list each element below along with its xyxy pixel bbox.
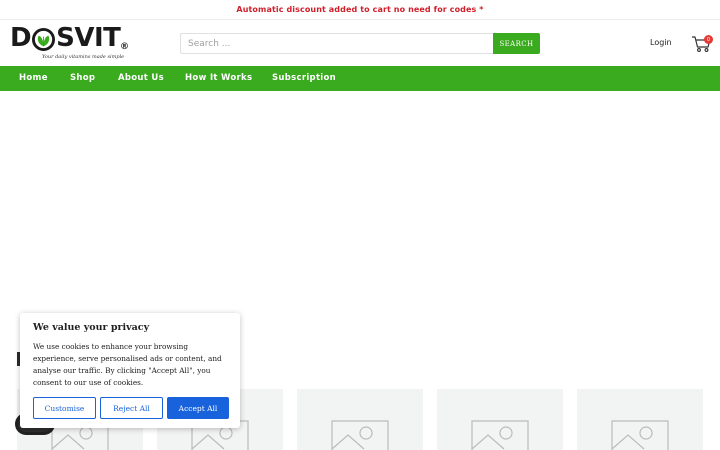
product-card[interactable]	[297, 389, 423, 450]
announcement-bar: Automatic discount added to cart no need…	[0, 0, 720, 20]
customise-button[interactable]: Customise	[33, 397, 96, 419]
product-card[interactable]	[577, 389, 703, 450]
site-header: D SVIT ® Your daily vitamins made simple…	[0, 21, 720, 66]
image-placeholder-icon	[331, 420, 389, 450]
cookie-description: We use cookies to enhance your browsing …	[33, 342, 222, 387]
main-nav: Home Shop About Us How It Works Subscrip…	[0, 66, 720, 91]
nav-item-shop[interactable]: Shop	[70, 66, 95, 91]
search-button[interactable]: SEARCH	[493, 33, 540, 54]
login-link[interactable]: Login	[650, 38, 672, 47]
reject-all-button[interactable]: Reject All	[100, 397, 163, 419]
cookie-consent-banner: We value your privacy We use cookies to …	[20, 313, 240, 428]
brand-logo[interactable]: D SVIT ® Your daily vitamins made simple	[10, 23, 130, 65]
cart-count-badge: 0	[704, 35, 713, 44]
announcement-text: Automatic discount added to cart no need…	[236, 5, 484, 14]
product-card[interactable]	[437, 389, 563, 450]
cookie-actions: Customise Reject All Accept All	[33, 397, 229, 419]
leaf-o-icon	[32, 27, 56, 51]
nav-item-home[interactable]: Home	[19, 66, 48, 91]
image-placeholder-icon	[471, 420, 529, 450]
nav-item-about-us[interactable]: About Us	[118, 66, 164, 91]
brand-name-right: SVIT	[56, 23, 121, 53]
cookie-title: We value your privacy	[33, 322, 150, 333]
nav-item-subscription[interactable]: Subscription	[272, 66, 336, 91]
brand-tagline: Your daily vitamins made simple	[42, 54, 125, 60]
brand-name-left: D	[10, 23, 32, 53]
search-bar: SEARCH	[180, 33, 540, 54]
brand-wordmark: D SVIT	[10, 23, 121, 53]
accept-all-button[interactable]: Accept All	[167, 397, 229, 419]
nav-item-how-it-works[interactable]: How It Works	[185, 66, 252, 91]
search-input[interactable]	[180, 33, 493, 54]
registered-mark: ®	[120, 42, 129, 52]
image-placeholder-icon	[611, 420, 669, 450]
